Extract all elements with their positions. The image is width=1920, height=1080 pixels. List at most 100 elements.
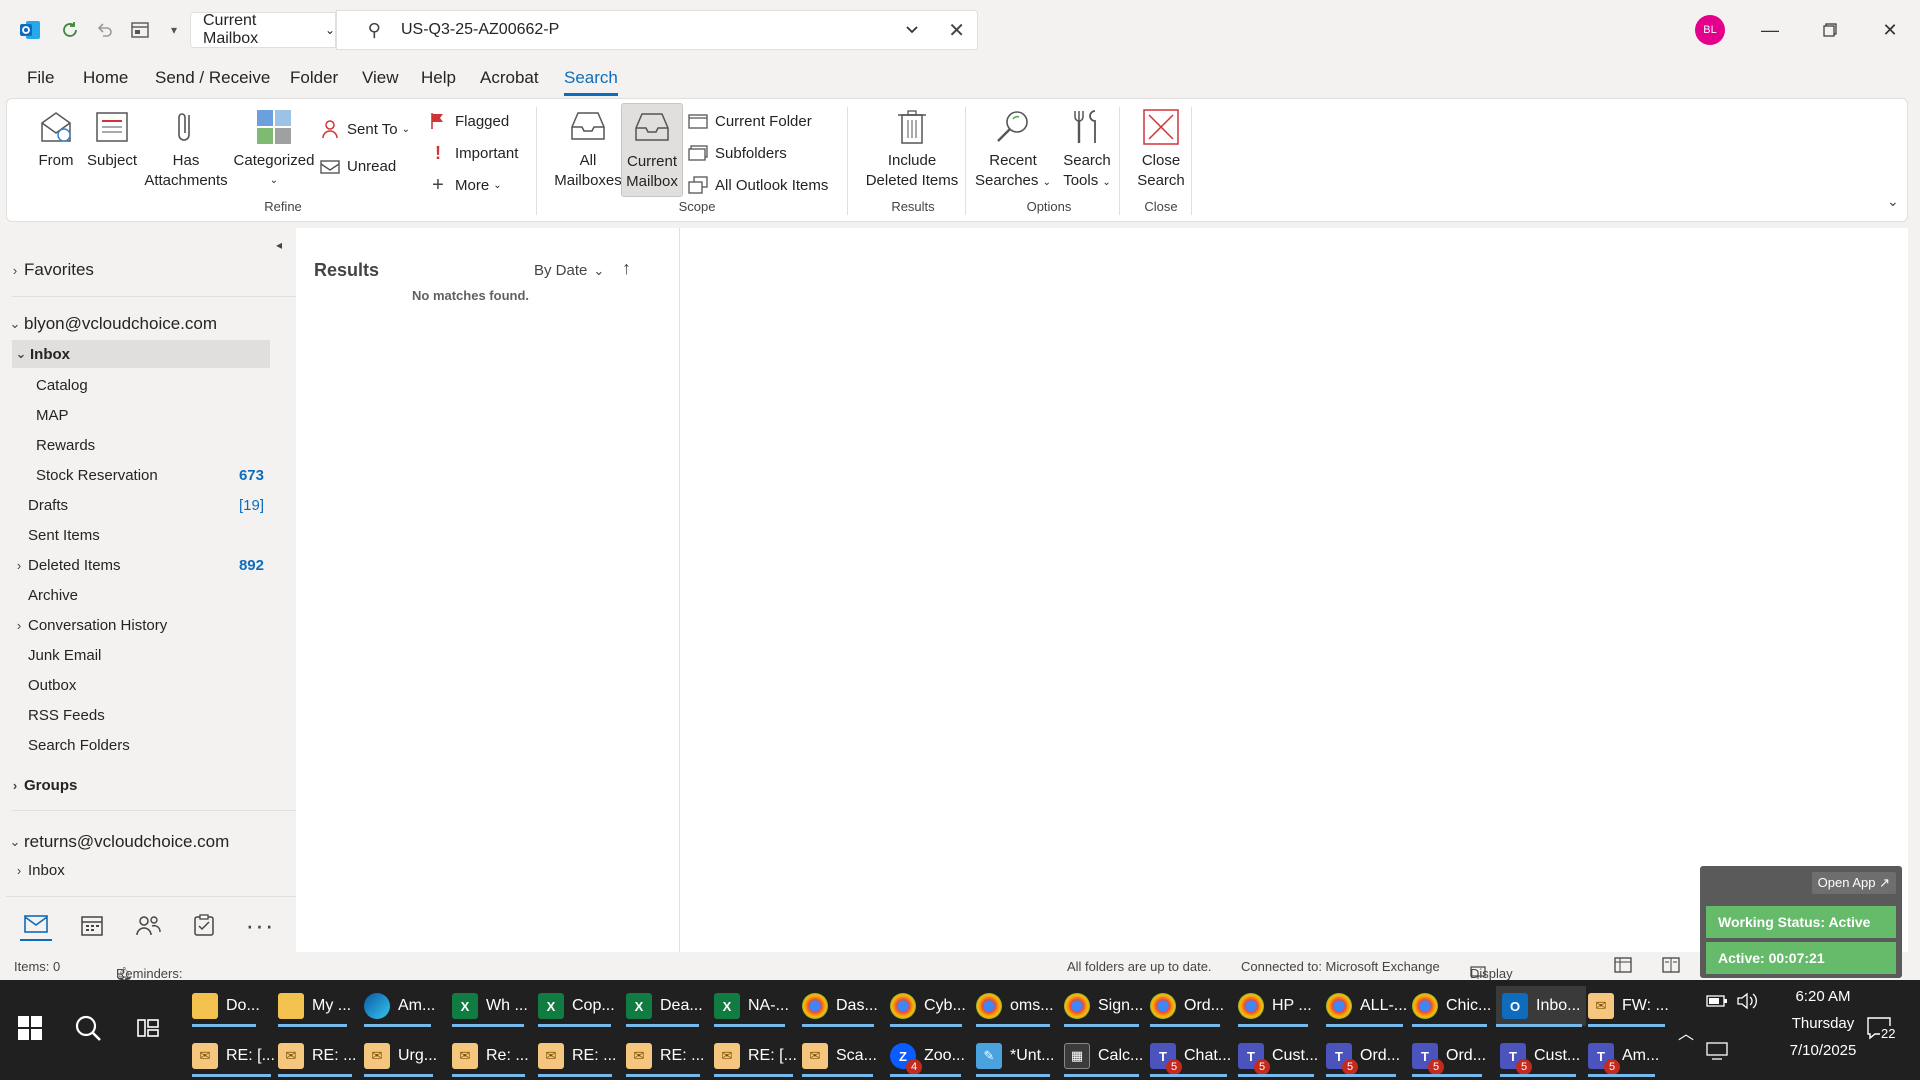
close-search-button[interactable]: Close Search xyxy=(1125,105,1197,191)
tab-search[interactable]: Search xyxy=(564,68,618,96)
notification-center-icon[interactable]: 22 xyxy=(1866,1016,1897,1043)
tab-folder[interactable]: Folder xyxy=(290,68,338,88)
taskbar-app-mail[interactable]: ✉ RE: [... xyxy=(192,1036,275,1077)
folder-conversation-history[interactable]: › Conversation History xyxy=(6,611,270,639)
folder-catalog[interactable]: Catalog xyxy=(6,371,270,399)
sort-direction-icon[interactable]: ↑ xyxy=(622,258,631,279)
mail-icon[interactable] xyxy=(20,909,52,941)
people-icon[interactable] xyxy=(132,909,164,941)
tasks-icon[interactable] xyxy=(188,909,220,941)
show-hidden-icons-icon[interactable]: ︿ xyxy=(1678,1020,1694,1044)
favorites-header[interactable]: › Favorites xyxy=(6,256,270,284)
restore-icon[interactable] xyxy=(1810,14,1850,46)
collapse-ribbon-icon[interactable]: ⌄ xyxy=(1887,193,1899,210)
all-outlook-items-button[interactable]: All Outlook Items xyxy=(687,173,828,197)
taskbar-app-chrome[interactable]: HP ... xyxy=(1238,986,1312,1027)
important-button[interactable]: ! Important xyxy=(427,141,518,165)
subject-button[interactable]: Subject xyxy=(81,105,143,171)
taskbar-app-chrome[interactable]: Ord... xyxy=(1150,986,1224,1027)
taskbar-app-mail[interactable]: ✉ Urg... xyxy=(364,1036,437,1077)
search-input[interactable]: ⚲ US-Q3-25-AZ00662-P ✕ xyxy=(336,10,978,50)
tab-home[interactable]: Home xyxy=(83,68,128,88)
folder-inbox[interactable]: ⌄ Inbox xyxy=(12,340,270,368)
clock[interactable]: 6:20 AM Thursday 7/10/2025 xyxy=(1778,986,1868,1059)
has-attachments-button[interactable]: Has Attachments xyxy=(141,105,231,191)
folder-outbox[interactable]: Outbox xyxy=(6,671,270,699)
folder-archive[interactable]: Archive xyxy=(6,581,270,609)
minimize-icon[interactable]: — xyxy=(1750,14,1790,46)
include-deleted-items-button[interactable]: Include Deleted Items xyxy=(857,105,967,191)
network-icon[interactable] xyxy=(1706,1042,1728,1063)
taskbar-app-teams[interactable]: T 5 Ord... xyxy=(1412,1036,1486,1077)
taskbar-app-teams[interactable]: T 5 Ord... xyxy=(1326,1036,1400,1077)
task-view-icon[interactable] xyxy=(136,1016,160,1043)
from-button[interactable]: From xyxy=(25,105,87,171)
taskbar-app-mail[interactable]: ✉ RE: ... xyxy=(278,1036,356,1077)
taskbar-app-explorer[interactable]: Do... xyxy=(192,986,260,1027)
taskbar-app-excel[interactable]: X Dea... xyxy=(626,986,703,1027)
folder-junk-email[interactable]: Junk Email xyxy=(6,641,270,669)
search-options-chevron-icon[interactable] xyxy=(905,22,919,38)
taskbar-app-chrome[interactable]: Chic... xyxy=(1412,986,1491,1027)
folder-drafts[interactable]: Drafts [19] xyxy=(6,491,270,519)
folder-map[interactable]: MAP xyxy=(6,401,270,429)
avatar[interactable]: BL xyxy=(1695,15,1725,45)
subfolders-button[interactable]: Subfolders xyxy=(687,141,787,165)
tab-view[interactable]: View xyxy=(362,68,399,88)
close-window-icon[interactable]: ✕ xyxy=(1870,14,1910,46)
flagged-button[interactable]: Flagged xyxy=(427,109,509,133)
more-button[interactable]: + More ⌄ xyxy=(427,173,501,197)
taskbar-app-chrome[interactable]: oms... xyxy=(976,986,1054,1027)
groups-header[interactable]: › Groups xyxy=(6,771,270,799)
taskbar-app-edge[interactable]: Am... xyxy=(364,986,435,1027)
taskbar-app-outlook[interactable]: O Inbo... xyxy=(1496,986,1587,1027)
customize-toolbar-icon[interactable]: ▾ xyxy=(162,18,186,42)
taskbar-app-mail[interactable]: ✉ RE: ... xyxy=(538,1036,616,1077)
clear-search-icon[interactable]: ✕ xyxy=(948,18,965,43)
more-apps-icon[interactable]: ··· xyxy=(244,909,276,941)
account-header[interactable]: ⌄ blyon@vcloudchoice.com xyxy=(6,310,270,338)
folder-sent-items[interactable]: Sent Items xyxy=(6,521,270,549)
current-mailbox-button[interactable]: Current Mailbox xyxy=(621,103,683,197)
taskbar-app-teams[interactable]: T 5 Chat... xyxy=(1150,1036,1231,1077)
collapse-pane-icon[interactable]: ◂ xyxy=(276,238,282,252)
taskbar-app-excel[interactable]: X NA-... xyxy=(714,986,789,1027)
folder-stock-reservation[interactable]: Stock Reservation 673 xyxy=(6,461,270,489)
windows-start-icon[interactable] xyxy=(18,1016,42,1043)
window-layout-icon[interactable] xyxy=(128,18,152,42)
taskbar-app-teams[interactable]: T 5 Cust... xyxy=(1500,1036,1580,1077)
taskbar-app-mail[interactable]: ✉ Sca... xyxy=(802,1036,877,1077)
taskbar-search-icon[interactable] xyxy=(74,1014,102,1045)
search-tools-button[interactable]: Search Tools ⌄ xyxy=(1051,105,1123,193)
open-app-button[interactable]: Open App ↗ xyxy=(1811,872,1896,894)
taskbar-app-calculator[interactable]: ▦ Calc... xyxy=(1064,1036,1143,1077)
sync-icon[interactable] xyxy=(58,18,82,42)
sent-to-button[interactable]: Sent To ⌄ xyxy=(319,117,410,141)
tab-help[interactable]: Help xyxy=(421,68,456,88)
reading-view-icon[interactable] xyxy=(1662,957,1680,976)
taskbar-app-mail[interactable]: ✉ RE: ... xyxy=(626,1036,704,1077)
calendar-icon[interactable] xyxy=(76,909,108,941)
taskbar-app-explorer[interactable]: My ... xyxy=(278,986,351,1027)
taskbar-app-notepad[interactable]: ✎ *Unt... xyxy=(976,1036,1054,1077)
unread-button[interactable]: Unread xyxy=(319,154,396,178)
folder-deleted-items[interactable]: › Deleted Items 892 xyxy=(6,551,270,579)
categorized-button[interactable]: Categorized ⌄ xyxy=(229,105,319,191)
tab-send-receive[interactable]: Send / Receive xyxy=(155,68,270,88)
tab-acrobat[interactable]: Acrobat xyxy=(480,68,539,88)
sort-by-dropdown[interactable]: By Date ⌄ xyxy=(534,262,604,279)
folder-rss-feeds[interactable]: RSS Feeds xyxy=(6,701,270,729)
taskbar-app-excel[interactable]: X Cop... xyxy=(538,986,615,1027)
taskbar-app-excel[interactable]: X Wh ... xyxy=(452,986,528,1027)
all-mailboxes-button[interactable]: All Mailboxes xyxy=(547,105,629,191)
battery-icon[interactable] xyxy=(1706,994,1728,1013)
taskbar-app-mail[interactable]: ✉ FW: ... xyxy=(1588,986,1669,1027)
taskbar-app-chrome[interactable]: Das... xyxy=(802,986,878,1027)
tab-file[interactable]: File xyxy=(27,68,54,88)
taskbar-app-zoom[interactable]: Z 4 Zoo... xyxy=(890,1036,965,1077)
folder-returns-inbox[interactable]: › Inbox xyxy=(6,856,270,884)
taskbar-app-mail[interactable]: ✉ RE: [... xyxy=(714,1036,797,1077)
folder-rewards[interactable]: Rewards xyxy=(6,431,270,459)
taskbar-app-teams[interactable]: T 5 Am... xyxy=(1588,1036,1659,1077)
volume-icon[interactable] xyxy=(1736,992,1758,1013)
